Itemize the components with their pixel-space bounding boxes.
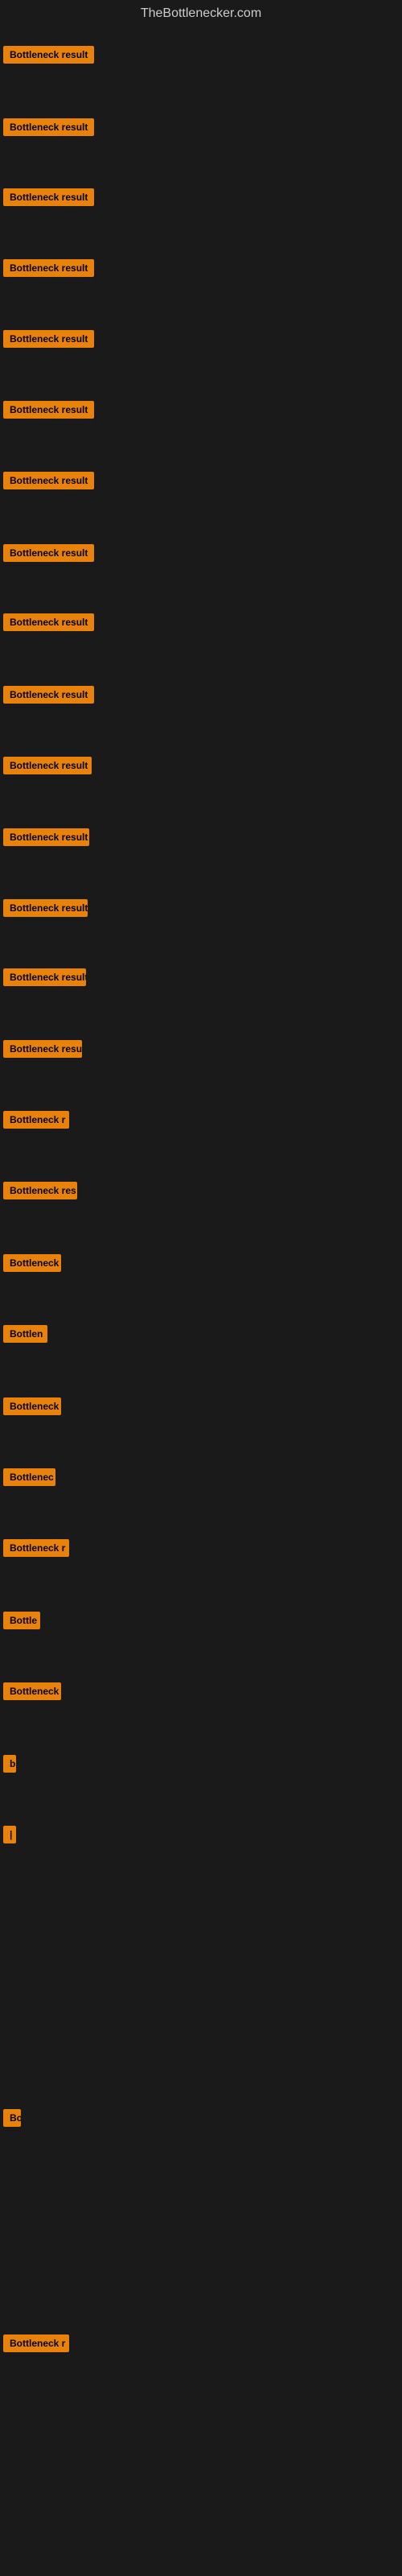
bottleneck-item-7[interactable]: Bottleneck result (3, 472, 94, 489)
bottleneck-item-3[interactable]: Bottleneck result (3, 188, 94, 206)
bottleneck-item-8[interactable]: Bottleneck result (3, 544, 94, 562)
bottleneck-item-21[interactable]: Bottlenec (3, 1468, 55, 1486)
bottleneck-item-14[interactable]: Bottleneck result (3, 968, 86, 986)
bottleneck-item-12[interactable]: Bottleneck result (3, 828, 89, 846)
bottleneck-item-15[interactable]: Bottleneck resul (3, 1040, 82, 1058)
bottleneck-item-27[interactable]: Bo (3, 2109, 21, 2127)
bottleneck-item-11[interactable]: Bottleneck result (3, 757, 92, 774)
bottleneck-item-25[interactable]: b (3, 1755, 16, 1773)
bottleneck-item-13[interactable]: Bottleneck result (3, 899, 88, 917)
bottleneck-item-24[interactable]: Bottleneck (3, 1682, 61, 1700)
bottleneck-item-5[interactable]: Bottleneck result (3, 330, 94, 348)
bottleneck-item-4[interactable]: Bottleneck result (3, 259, 94, 277)
bottleneck-item-18[interactable]: Bottleneck (3, 1254, 61, 1272)
bottleneck-item-22[interactable]: Bottleneck r (3, 1539, 69, 1557)
bottleneck-item-16[interactable]: Bottleneck r (3, 1111, 69, 1129)
bottleneck-item-9[interactable]: Bottleneck result (3, 613, 94, 631)
bottleneck-item-1[interactable]: Bottleneck result (3, 46, 94, 64)
site-title-container: TheBottlenecker.com (0, 0, 402, 27)
bottleneck-item-28[interactable]: Bottleneck r (3, 2334, 69, 2352)
site-title: TheBottlenecker.com (0, 0, 402, 27)
bottleneck-item-26[interactable]: | (3, 1826, 16, 1843)
bottleneck-item-19[interactable]: Bottlen (3, 1325, 47, 1343)
bottleneck-item-6[interactable]: Bottleneck result (3, 401, 94, 419)
bottleneck-item-10[interactable]: Bottleneck result (3, 686, 94, 704)
bottleneck-item-20[interactable]: Bottleneck (3, 1397, 61, 1415)
bottleneck-item-17[interactable]: Bottleneck res (3, 1182, 77, 1199)
bottleneck-item-23[interactable]: Bottle (3, 1612, 40, 1629)
bottleneck-item-2[interactable]: Bottleneck result (3, 118, 94, 136)
